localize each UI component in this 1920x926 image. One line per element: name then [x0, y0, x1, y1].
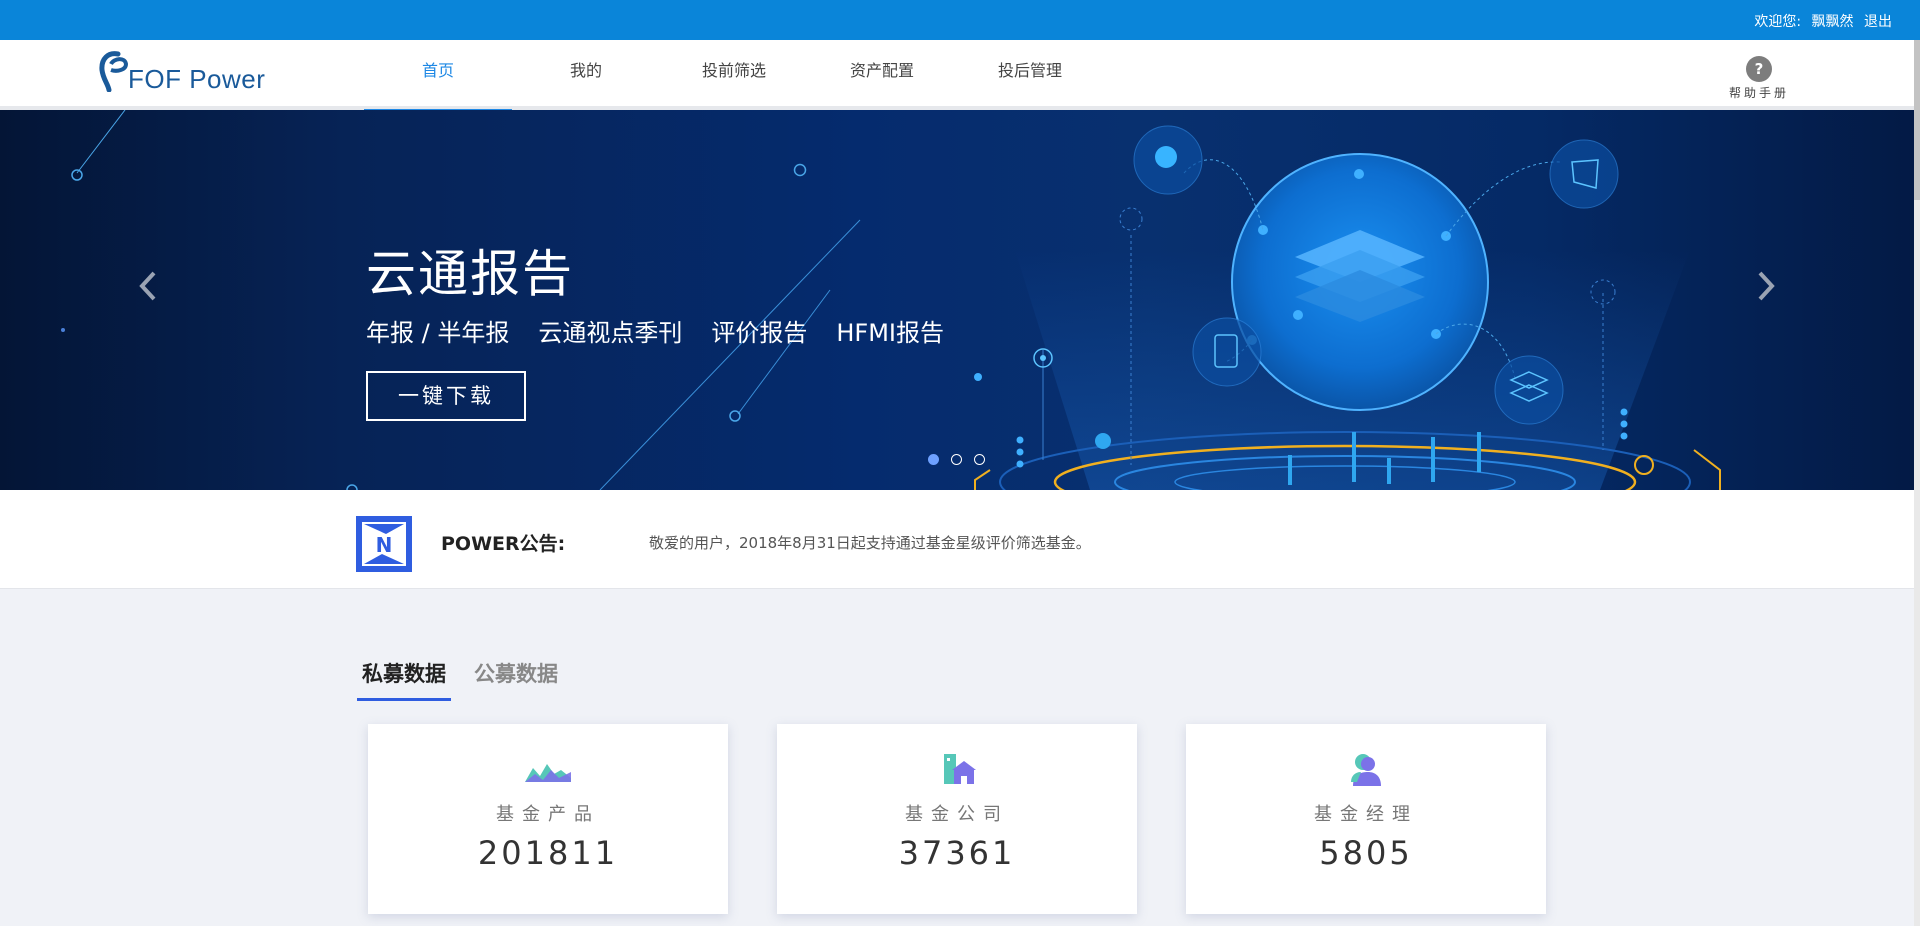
- logout-link[interactable]: 退出: [1864, 14, 1892, 30]
- stat-card-fund-companies[interactable]: 基金公司 37361: [777, 724, 1137, 914]
- logo[interactable]: FOF Power: [98, 50, 288, 96]
- notice-text[interactable]: 敬爱的用户，2018年8月31日起支持通过基金星级评价筛选基金。: [649, 532, 1091, 553]
- manager-icon: [1351, 754, 1381, 786]
- stat-card-fund-products[interactable]: 基金产品 201811: [368, 724, 728, 914]
- main-nav: 首页 我的 投前筛选 资产配置 投后管理: [364, 40, 1104, 114]
- banner-illustration: [61, 110, 1721, 490]
- username-link[interactable]: 飘飘然: [1812, 14, 1854, 30]
- banner-subtitles: 年报 / 半年报 云通视点季刊 评价报告 HFMI报告: [366, 313, 973, 348]
- stat-label: 基金产品: [496, 804, 600, 825]
- notice-bar: N POWER公告: 敬爱的用户，2018年8月31日起支持通过基金星级评价筛选…: [0, 490, 1914, 589]
- nav-pre-investment-screening[interactable]: 投前筛选: [660, 40, 808, 110]
- nav-home[interactable]: 首页: [364, 40, 512, 114]
- stat-value: 5805: [1319, 834, 1413, 872]
- chevron-left-icon[interactable]: [132, 261, 162, 311]
- stat-label: 基金经理: [1314, 804, 1418, 825]
- download-button[interactable]: 一键下载: [366, 371, 526, 421]
- welcome-area: 欢迎您: 飘飘然 退出: [1754, 11, 1892, 31]
- logo-icon: [99, 51, 129, 92]
- nav-asset-allocation[interactable]: 资产配置: [808, 40, 956, 110]
- banner-subtitle: 云通视点季刊: [538, 319, 683, 347]
- notice-label: POWER公告:: [441, 533, 566, 555]
- help-manual-button[interactable]: ? 帮助手册: [1726, 56, 1792, 101]
- top-bar: 欢迎您: 飘飘然 退出: [0, 0, 1920, 40]
- carousel-dot[interactable]: [974, 454, 985, 465]
- banner-carousel: 云通报告 年报 / 半年报 云通视点季刊 评价报告 HFMI报告 一键下载: [0, 110, 1914, 490]
- logo-text: FOF Power: [128, 64, 266, 94]
- carousel-dot[interactable]: [951, 454, 962, 465]
- banner-title: 云通报告: [366, 245, 574, 303]
- help-label: 帮助手册: [1728, 86, 1789, 100]
- carousel-indicators: [928, 454, 997, 465]
- banner-subtitle: HFMI报告: [836, 319, 944, 347]
- banner-subtitle: 评价报告: [711, 319, 808, 347]
- chart-area-icon: [525, 764, 571, 782]
- carousel-dot[interactable]: [928, 454, 939, 465]
- nav-post-investment-management[interactable]: 投后管理: [956, 40, 1104, 110]
- stat-value: 37361: [898, 834, 1016, 872]
- banner-subtitle: 年报 / 半年报: [366, 319, 510, 347]
- stat-value: 201811: [477, 834, 619, 872]
- welcome-text: 欢迎您:: [1754, 14, 1802, 30]
- chevron-right-icon[interactable]: [1752, 261, 1782, 311]
- tab-private-fund-data[interactable]: 私募数据: [357, 654, 451, 701]
- tab-public-fund-data[interactable]: 公募数据: [469, 654, 563, 701]
- notice-icon-letter: N: [376, 533, 393, 557]
- nav-mine[interactable]: 我的: [512, 40, 660, 110]
- building-icon: [944, 754, 976, 784]
- header: FOF Power 首页 我的 投前筛选 资产配置 投后管理 ? 帮助手册: [0, 40, 1914, 114]
- notice-icon: N: [356, 516, 412, 572]
- scrollbar[interactable]: [1914, 40, 1920, 926]
- stat-label: 基金公司: [905, 804, 1009, 825]
- data-tabs: 私募数据 公募数据: [357, 654, 581, 701]
- scrollbar-thumb[interactable]: [1914, 40, 1920, 200]
- stat-card-fund-managers[interactable]: 基金经理 5805: [1186, 724, 1546, 914]
- help-icon: ?: [1746, 56, 1772, 82]
